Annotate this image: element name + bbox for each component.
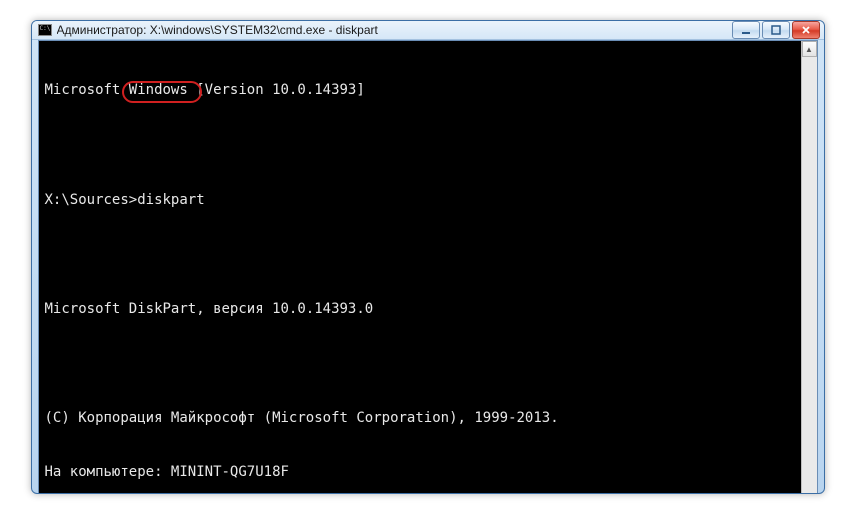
cmd-window: Администратор: X:\windows\SYSTEM32\cmd.e… — [31, 20, 825, 494]
maximize-button[interactable] — [762, 21, 790, 39]
prompt-path: X:\Sources> — [45, 191, 138, 209]
close-button[interactable] — [792, 21, 820, 39]
console-line: Microsoft Windows [Version 10.0.14393] — [45, 81, 795, 99]
vertical-scrollbar[interactable]: ▲ ▼ — [801, 41, 817, 494]
console-output[interactable]: Microsoft Windows [Version 10.0.14393] X… — [39, 41, 801, 494]
client-area: Microsoft Windows [Version 10.0.14393] X… — [38, 40, 818, 494]
console-line: Microsoft DiskPart, версия 10.0.14393.0 — [45, 300, 795, 318]
minimize-button[interactable] — [732, 21, 760, 39]
prompt-command: diskpart — [137, 191, 204, 209]
scroll-up-button[interactable]: ▲ — [802, 41, 817, 57]
prompt-line: X:\Sources>diskpart — [45, 191, 795, 209]
console-line — [45, 354, 795, 372]
console-line: На компьютере: MININT-QG7U18F — [45, 463, 795, 481]
scroll-track[interactable] — [802, 57, 817, 494]
window-controls — [732, 21, 820, 39]
console-line — [45, 136, 795, 154]
console-line — [45, 245, 795, 263]
cmd-icon — [38, 24, 52, 36]
titlebar[interactable]: Администратор: X:\windows\SYSTEM32\cmd.e… — [32, 21, 824, 40]
console-line: (C) Корпорация Майкрософт (Microsoft Cor… — [45, 409, 795, 427]
window-title: Администратор: X:\windows\SYSTEM32\cmd.e… — [57, 23, 732, 37]
